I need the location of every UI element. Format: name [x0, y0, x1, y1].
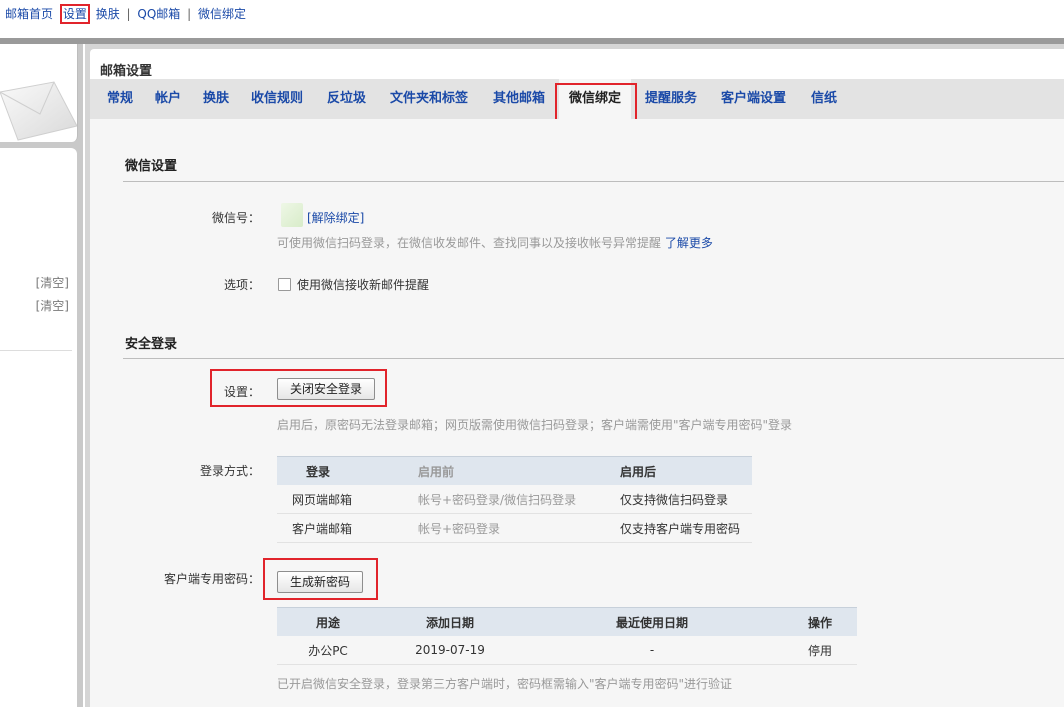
- sidebar-folder-card: [清空] [清空]: [0, 148, 77, 707]
- nav-separator: |: [187, 7, 192, 21]
- settings-link[interactable]: 设置: [59, 4, 90, 24]
- tab-general[interactable]: 常规: [107, 79, 133, 119]
- wechat-hint: 可使用微信扫码登录，在微信收发邮件、查找同事以及接收帐号异常提醒 了解更多: [277, 234, 713, 251]
- table-cell: 帐号+密码登录: [417, 513, 619, 543]
- table-header: 最近使用日期: [521, 607, 783, 636]
- clear-link[interactable]: [清空]: [36, 274, 69, 291]
- table-row: 办公PC 2019-07-19 - 停用: [277, 636, 857, 665]
- envelope-icon: [0, 81, 78, 141]
- section-divider: [123, 181, 1064, 182]
- qqmail-link[interactable]: QQ邮箱: [137, 7, 180, 21]
- disable-password-link[interactable]: 停用: [783, 636, 857, 665]
- highlight-frame: [263, 558, 378, 600]
- table-cell: 仅支持微信扫码登录: [619, 485, 752, 514]
- tab-stationery[interactable]: 信纸: [811, 79, 837, 119]
- left-sidebar: [清空] [清空]: [0, 44, 83, 707]
- table-header: 添加日期: [379, 607, 521, 636]
- login-method-label: 登录方式：: [199, 464, 260, 478]
- table-header: 启用前: [417, 456, 619, 485]
- sidebar-logo-card: [0, 44, 78, 142]
- wechat-notify-checkbox[interactable]: [278, 278, 291, 291]
- secure-login-hint: 启用后，原密码无法登录邮箱；网页版需使用微信扫码登录；客户端需使用"客户端专用密…: [277, 418, 793, 432]
- client-password-hint: 已开启微信安全登录，登录第三方客户端时，密码框需输入"客户端专用密码"进行验证: [277, 677, 733, 691]
- wechat-avatar: [281, 203, 303, 227]
- skin-link[interactable]: 换肤: [96, 7, 120, 21]
- wechat-notify-option[interactable]: 使用微信接收新邮件提醒: [278, 276, 429, 293]
- clear-link[interactable]: [清空]: [36, 297, 69, 314]
- table-row: 网页端邮箱 帐号+密码登录/微信扫码登录 仅支持微信扫码登录: [277, 485, 752, 514]
- table-cell: -: [521, 636, 783, 665]
- section-title-wechat: 微信设置: [125, 159, 178, 174]
- panel-title: 邮箱设置: [100, 64, 153, 79]
- wechat-hint-text: 可使用微信扫码登录，在微信收发邮件、查找同事以及接收帐号异常提醒: [277, 236, 662, 250]
- client-password-table: 用途 添加日期 最近使用日期 操作 办公PC 2019-07-19 - 停用: [277, 607, 857, 665]
- tab-reminders[interactable]: 提醒服务: [645, 79, 697, 119]
- highlight-frame: [555, 83, 637, 121]
- option-label: 选项：: [223, 278, 260, 292]
- mailbox-home-link[interactable]: 邮箱首页: [5, 7, 53, 21]
- table-cell: 客户端邮箱: [277, 513, 417, 543]
- tab-account[interactable]: 帐户: [155, 79, 181, 119]
- settings-panel: 邮箱设置 常规 帐户 换肤 收信规则 反垃圾 文件夹和标签 其他邮箱 微信绑定 …: [90, 49, 1064, 707]
- sidebar-divider: [0, 350, 72, 351]
- top-nav: 邮箱首页 设置 | 换肤 | QQ邮箱 | 微信绑定: [5, 4, 246, 24]
- table-header: 操作: [783, 607, 857, 636]
- tab-client-settings[interactable]: 客户端设置: [721, 79, 786, 119]
- highlight-frame: [210, 369, 387, 407]
- table-cell: 网页端邮箱: [277, 485, 417, 514]
- tab-folders-labels[interactable]: 文件夹和标签: [390, 79, 468, 119]
- table-header: 登录: [277, 456, 417, 485]
- tab-skin[interactable]: 换肤: [203, 79, 229, 119]
- settings-content: 微信设置 微信号： [解除绑定] 可使用微信扫码登录，在微信收发邮件、查找同事以…: [90, 119, 1064, 707]
- tab-rules[interactable]: 收信规则: [251, 79, 303, 119]
- table-cell: 办公PC: [277, 636, 379, 665]
- client-password-label: 客户端专用密码：: [163, 572, 260, 586]
- nav-separator: |: [126, 7, 131, 21]
- table-cell: 2019-07-19: [379, 636, 521, 665]
- section-divider: [123, 358, 1064, 359]
- wechat-bind-link[interactable]: 微信绑定: [198, 7, 246, 21]
- table-header: 用途: [277, 607, 379, 636]
- wechat-account-label: 微信号：: [211, 211, 260, 225]
- table-row: 客户端邮箱 帐号+密码登录 仅支持客户端专用密码: [277, 513, 752, 543]
- tab-antispam[interactable]: 反垃圾: [327, 79, 366, 119]
- main-area: 邮箱设置 常规 帐户 换肤 收信规则 反垃圾 文件夹和标签 其他邮箱 微信绑定 …: [85, 44, 1064, 707]
- login-method-table: 登录 启用前 启用后 网页端邮箱 帐号+密码登录/微信扫码登录 仅支持微信扫码登…: [277, 456, 752, 543]
- unbind-link[interactable]: [解除绑定]: [307, 209, 364, 226]
- tab-other-mailbox[interactable]: 其他邮箱: [493, 79, 545, 119]
- table-cell: 仅支持客户端专用密码: [619, 513, 752, 543]
- table-header: 启用后: [619, 456, 752, 485]
- section-title-secure-login: 安全登录: [125, 337, 178, 352]
- wechat-notify-checkbox-label: 使用微信接收新邮件提醒: [297, 278, 430, 292]
- learn-more-link[interactable]: 了解更多: [665, 236, 713, 250]
- table-cell: 帐号+密码登录/微信扫码登录: [417, 485, 619, 514]
